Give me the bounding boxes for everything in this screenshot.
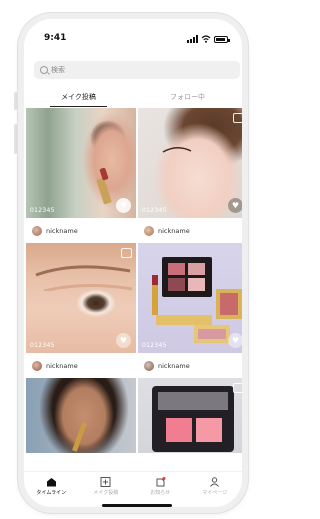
tab-make-post[interactable]: メイク投稿	[79, 472, 134, 502]
heart-icon[interactable]: ♥	[228, 198, 242, 213]
home-icon	[46, 478, 56, 487]
eyebrow-image	[35, 265, 133, 291]
post-image[interactable]	[26, 378, 136, 453]
heart-icon[interactable]: ♥	[228, 333, 242, 348]
post-image[interactable]	[138, 378, 242, 453]
tab-following[interactable]: フォロー中	[133, 89, 242, 107]
avatar[interactable]	[144, 225, 154, 236]
post-image[interactable]: 012345 ♥	[26, 243, 136, 353]
post-count: 012345	[142, 342, 167, 349]
wifi-icon	[201, 35, 211, 43]
battery-icon	[214, 35, 230, 43]
tab-label: メイク投稿	[93, 490, 119, 496]
tab-timeline[interactable]: タイムライン	[24, 472, 79, 502]
notification-icon	[156, 477, 166, 487]
tab-makeup-posts[interactable]: メイク投稿	[24, 89, 133, 107]
tab-label: マイページ	[202, 490, 228, 496]
phone-side-button-mid	[14, 124, 17, 154]
tab-label: タイムライン	[36, 490, 67, 496]
post-user[interactable]: nickname	[26, 218, 136, 243]
lipstick-image	[72, 422, 88, 452]
home-indicator	[102, 504, 172, 507]
post-card[interactable]: 012345 ♥ nickname	[26, 108, 136, 243]
eye-image	[162, 147, 192, 153]
phone-frame: 9:41 メイク投稿 フォロー中	[18, 13, 248, 513]
username[interactable]: nickname	[46, 362, 78, 370]
post-card[interactable]	[138, 378, 242, 453]
heart-icon[interactable]: ♥	[116, 198, 131, 213]
username[interactable]: nickname	[158, 227, 190, 235]
status-time: 9:41	[44, 33, 67, 43]
post-image[interactable]: 012345 ♥	[138, 243, 242, 353]
lipstick-image	[96, 167, 112, 205]
status-icons	[187, 35, 230, 43]
multi-image-icon	[233, 113, 242, 123]
post-count: 012345	[142, 207, 167, 214]
search-icon	[40, 66, 48, 74]
post-card[interactable]: 012345 ♥ nickname	[138, 108, 242, 243]
plus-square-icon	[100, 477, 111, 487]
post-count: 012345	[30, 342, 55, 349]
tab-notifications[interactable]: お知らせ	[133, 472, 188, 502]
palette-image	[152, 386, 234, 452]
feed-tabs: メイク投稿 フォロー中	[24, 89, 242, 107]
post-card[interactable]	[26, 378, 136, 453]
post-user[interactable]: nickname	[26, 353, 136, 378]
bottom-tab-bar: タイムライン メイク投稿 お知らせ マイページ	[24, 471, 242, 502]
post-image[interactable]: 012345 ♥	[26, 108, 136, 218]
post-image[interactable]: 012345 ♥	[138, 108, 242, 218]
post-card[interactable]: 012345 ♥ nickname	[26, 243, 136, 378]
status-bar: 9:41	[24, 33, 242, 49]
multi-image-icon	[233, 383, 242, 393]
avatar[interactable]	[32, 360, 42, 371]
post-card[interactable]: 012345 ♥ nickname	[138, 243, 242, 378]
search-input[interactable]	[51, 66, 221, 74]
heart-icon[interactable]: ♥	[116, 333, 131, 348]
screen: 9:41 メイク投稿 フォロー中	[24, 19, 242, 507]
tab-label: お知らせ	[150, 490, 171, 496]
post-grid: 012345 ♥ nickname 012345 ♥ nickname 0123…	[26, 108, 242, 453]
tab-my-page[interactable]: マイページ	[188, 472, 243, 502]
avatar[interactable]	[144, 360, 154, 371]
post-count: 012345	[30, 207, 55, 214]
person-icon	[210, 477, 220, 487]
post-user[interactable]: nickname	[138, 218, 242, 243]
post-user[interactable]: nickname	[138, 353, 242, 378]
search-bar[interactable]	[34, 61, 240, 79]
phone-side-button-top	[14, 92, 17, 110]
avatar[interactable]	[32, 225, 42, 236]
signal-icon	[187, 35, 198, 43]
username[interactable]: nickname	[158, 362, 190, 370]
multi-image-icon	[121, 248, 132, 258]
username[interactable]: nickname	[46, 227, 78, 235]
